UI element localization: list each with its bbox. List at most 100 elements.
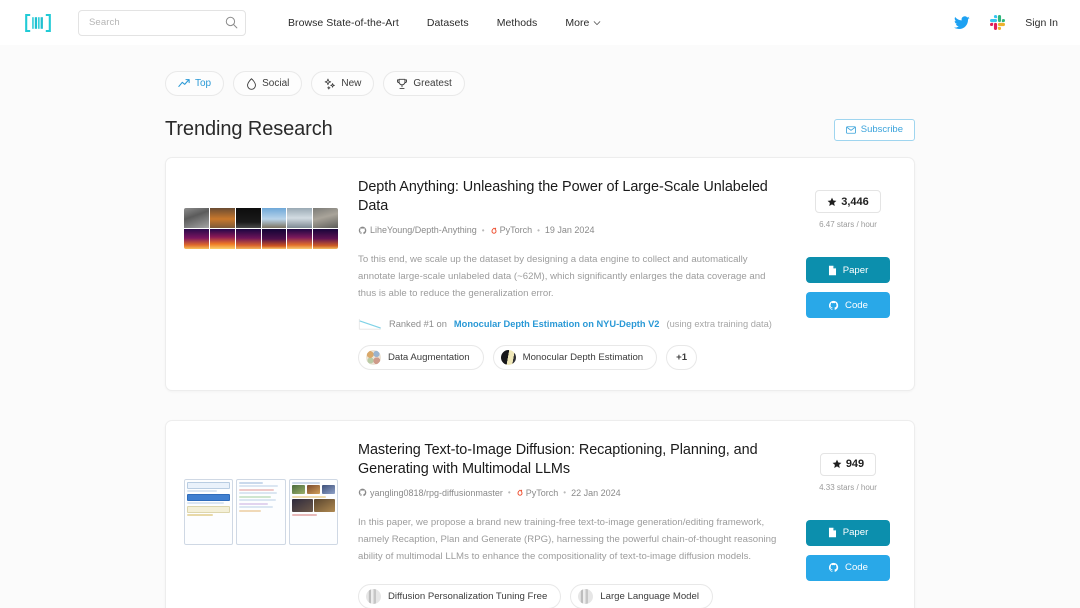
github-icon — [828, 562, 839, 572]
task-thumbnail-icon — [578, 589, 594, 604]
papers-with-code-barcode-logo — [25, 13, 51, 32]
document-icon — [828, 265, 836, 275]
thumbnail-panel — [236, 478, 286, 545]
paper-date: 22 Jan 2024 — [571, 487, 621, 498]
sign-in-link[interactable]: Sign In — [1025, 17, 1058, 29]
code-button[interactable]: Code — [806, 554, 890, 581]
paper-card[interactable]: Mastering Text-to-Image Diffusion: Recap… — [165, 419, 915, 608]
star-rate-label: 4.33 stars / hour — [819, 482, 877, 492]
subscribe-button[interactable]: Subscribe — [833, 118, 915, 141]
pytorch-icon — [491, 227, 497, 234]
paper-framework[interactable]: PyTorch — [516, 487, 559, 498]
paper-title[interactable]: Mastering Text-to-Image Diffusion: Recap… — [358, 441, 784, 479]
trending-up-icon — [178, 79, 190, 87]
top-navbar: Browse State-of-the-Art Datasets Methods… — [0, 0, 1080, 45]
task-badge-monocular-depth-estimation[interactable]: Monocular Depth Estimation — [492, 344, 658, 370]
content-container: Top Social New Greatest Trending Researc… — [165, 71, 915, 608]
paper-repo[interactable]: LiheYoung/Depth-Anything — [358, 225, 477, 235]
paper-task-list: Diffusion Personalization Tuning Free La… — [358, 584, 784, 608]
paper-button-label: Paper — [842, 527, 869, 538]
slack-icon[interactable] — [990, 15, 1006, 30]
section-header: Trending Research Subscribe — [165, 118, 915, 141]
filter-pill-social-label: Social — [262, 78, 290, 89]
search-box[interactable] — [78, 9, 246, 36]
paper-actions-rail: 3,446 6.47 stars / hour Paper Code — [800, 178, 896, 370]
filter-pill-greatest[interactable]: Greatest — [383, 71, 465, 96]
nav-link-datasets[interactable]: Datasets — [427, 17, 469, 29]
sort-filter-pills: Top Social New Greatest — [165, 71, 915, 96]
ranked-suffix: (using extra training data) — [666, 319, 772, 329]
filter-pill-new-label: New — [341, 78, 362, 89]
github-mark-icon — [358, 226, 367, 234]
paper-thumbnail-depth-anything[interactable] — [184, 208, 338, 249]
pytorch-icon — [517, 489, 523, 497]
task-badge-diffusion-personalization-tuning-free[interactable]: Diffusion Personalization Tuning Free — [358, 584, 562, 608]
twitter-icon[interactable] — [954, 15, 971, 30]
paper-ranked-line: Ranked #1 on Monocular Depth Estimation … — [358, 318, 784, 331]
task-badge-label: Large Language Model — [600, 591, 699, 602]
trophy-icon — [397, 78, 408, 89]
paper-button-label: Paper — [842, 264, 869, 276]
code-button-label: Code — [845, 299, 868, 311]
site-logo[interactable] — [20, 10, 56, 36]
paper-thumbnail-column — [184, 441, 342, 608]
paper-body: Mastering Text-to-Image Diffusion: Recap… — [358, 441, 784, 608]
task-badge-data-augmentation[interactable]: Data Augmentation — [358, 344, 484, 370]
star-icon — [827, 197, 837, 206]
task-badge-large-language-model[interactable]: Large Language Model — [570, 584, 713, 608]
star-count-badge[interactable]: 949 — [819, 452, 877, 476]
paper-button[interactable]: Paper — [806, 257, 890, 283]
task-thumbnail-icon — [366, 349, 381, 365]
nav-link-browse-sota[interactable]: Browse State-of-the-Art — [288, 17, 399, 29]
paper-repo[interactable]: yangling0818/rpg-diffusionmaster — [358, 488, 503, 498]
nav-link-more[interactable]: More — [565, 17, 601, 29]
paper-body: Depth Anything: Unleashing the Power of … — [358, 178, 784, 370]
chevron-down-icon — [594, 20, 601, 25]
ranked-benchmark-link[interactable]: Monocular Depth Estimation on NYU-Depth … — [454, 319, 660, 329]
filter-pill-new[interactable]: New — [311, 71, 375, 96]
nav-right-group: Sign In — [954, 15, 1058, 30]
nav-link-more-label: More — [565, 16, 590, 29]
thumbnail-panel — [288, 478, 338, 545]
subscribe-button-label: Subscribe — [860, 124, 903, 135]
paper-title[interactable]: Depth Anything: Unleashing the Power of … — [358, 178, 784, 216]
paper-framework[interactable]: PyTorch — [490, 225, 533, 236]
meta-separator: • — [481, 225, 485, 235]
search-input[interactable] — [89, 17, 225, 28]
task-thumbnail-icon — [366, 589, 381, 604]
filter-pill-top[interactable]: Top — [165, 71, 225, 96]
primary-nav: Browse State-of-the-Art Datasets Methods… — [288, 17, 601, 29]
paper-actions-rail: 949 4.33 stars / hour Paper Code — [800, 441, 896, 608]
task-badge-label: Monocular Depth Estimation — [522, 351, 644, 363]
ranked-prefix: Ranked #1 on — [389, 319, 447, 329]
paper-card[interactable]: Depth Anything: Unleashing the Power of … — [165, 157, 915, 391]
github-icon — [828, 300, 839, 310]
paper-framework-label: PyTorch — [525, 487, 559, 498]
paper-meta: yangling0818/rpg-diffusionmaster • PyTor… — [358, 488, 784, 498]
sparkles-icon — [325, 78, 336, 89]
code-button[interactable]: Code — [806, 292, 890, 318]
star-count-value: 3,446 — [841, 195, 869, 208]
page-content: Top Social New Greatest Trending Researc… — [0, 45, 1080, 608]
nav-link-methods[interactable]: Methods — [497, 17, 538, 29]
paper-repo-label: yangling0818/rpg-diffusionmaster — [370, 487, 503, 498]
task-badge-label: Diffusion Personalization Tuning Free — [388, 591, 548, 602]
paper-meta: LiheYoung/Depth-Anything • PyTorch • 19 … — [358, 225, 784, 235]
filter-pill-top-label: Top — [195, 78, 212, 89]
filter-pill-greatest-label: Greatest — [413, 78, 452, 89]
paper-abstract: To this end, we scale up the dataset by … — [358, 254, 766, 300]
filter-pill-social[interactable]: Social — [233, 71, 303, 96]
star-count-badge[interactable]: 3,446 — [815, 190, 881, 213]
paper-thumbnail-rpg-diffusion[interactable] — [184, 478, 338, 545]
star-rate-label: 6.47 stars / hour — [819, 220, 877, 229]
search-icon[interactable] — [225, 16, 238, 29]
meta-separator: • — [507, 488, 511, 498]
code-button-label: Code — [845, 562, 868, 573]
paper-button[interactable]: Paper — [806, 519, 890, 546]
paper-framework-label: PyTorch — [499, 225, 533, 236]
paper-thumbnail-column — [184, 178, 342, 370]
task-badge-more[interactable]: +1 — [666, 344, 698, 370]
flame-icon — [247, 77, 257, 90]
github-mark-icon — [358, 488, 367, 497]
meta-separator: • — [537, 225, 540, 235]
